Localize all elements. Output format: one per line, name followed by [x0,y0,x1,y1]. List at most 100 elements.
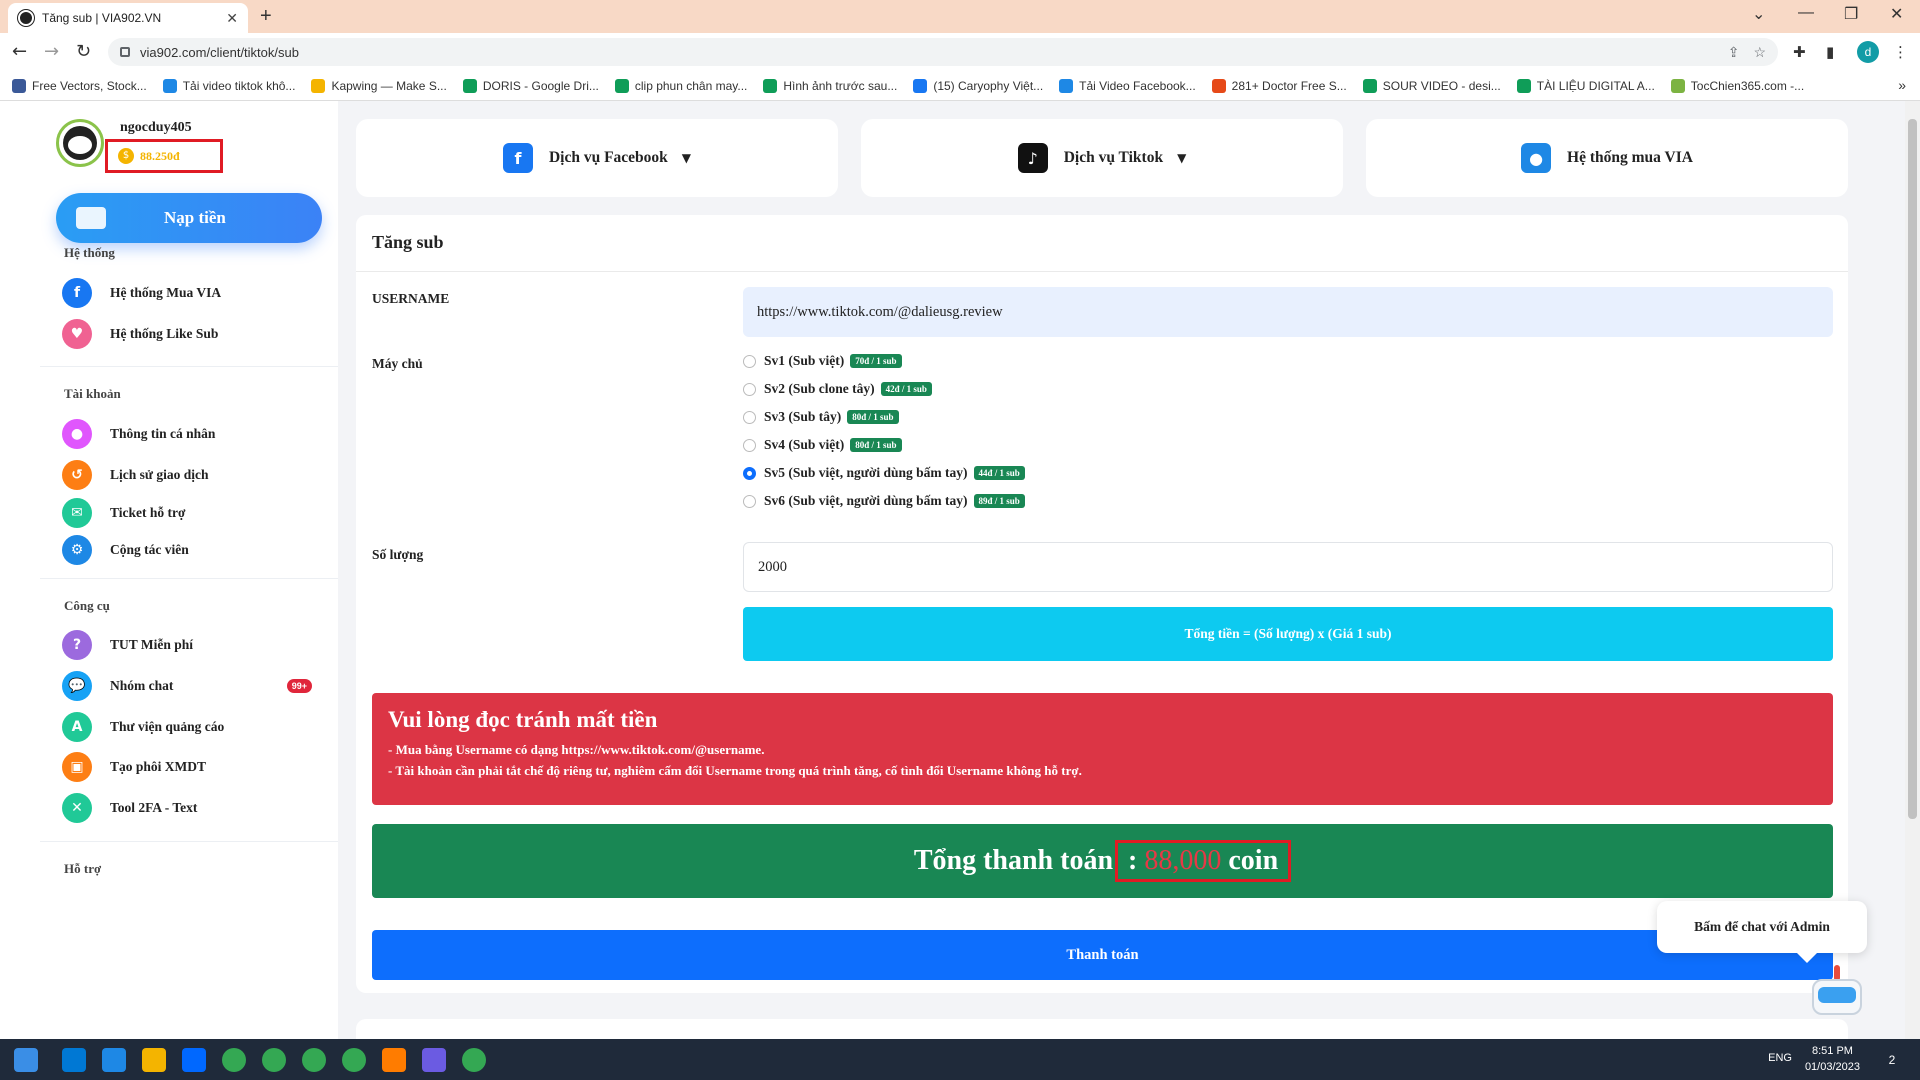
bookmarks-more-icon[interactable]: » [1898,77,1906,93]
server-option[interactable]: Sv2 (Sub clone tây) 42đ / 1 sub [743,381,932,397]
bookmark-item[interactable]: DORIS - Google Dri... [462,78,599,93]
radio-button[interactable] [743,466,756,480]
taskbar-app-icon[interactable] [302,1048,326,1072]
page-scrollbar[interactable] [1905,101,1920,1039]
close-window-button[interactable]: ✕ [1890,4,1903,24]
taskbar-app-icon[interactable] [142,1048,166,1072]
sidebar-item[interactable]: ● Thông tin cá nhân [62,419,312,449]
tab-search-icon[interactable]: ⌄ [1752,4,1765,24]
history-icon: ↺ [62,460,92,490]
server-option[interactable]: Sv3 (Sub tây) 80đ / 1 sub [743,409,899,425]
sidebar-item[interactable]: ▣ Tạo phôi XMDT [62,752,312,782]
bookmark-item[interactable]: Hình ảnh trước sau... [763,78,897,93]
bookmark-item[interactable]: (15) Caryophy Việt... [913,78,1043,93]
clock[interactable]: 8:51 PM 01/03/2023 [1805,1043,1860,1075]
sidebar-item[interactable]: ♥ Hệ thống Like Sub [62,319,312,349]
avatar[interactable] [56,119,104,167]
username-input[interactable]: https://www.tiktok.com/@dalieusg.review [743,287,1833,337]
taskbar-app-icon[interactable] [222,1048,246,1072]
taskbar-app-icon[interactable] [462,1048,486,1072]
chat-with-admin-bubble[interactable]: Bấm để chat với Admin [1657,901,1867,963]
bookmark-icon [614,78,629,93]
minimize-button[interactable]: — [1798,4,1814,22]
price-badge: 80đ / 1 sub [850,438,902,452]
taskbar-app-icon[interactable] [62,1048,86,1072]
browser-tab[interactable]: Tăng sub | VIA902.VN ✕ [8,3,248,33]
sidebar-item[interactable]: ? TUT Miễn phí [62,630,312,660]
bookmark-star-icon[interactable]: ☆ [1753,44,1766,61]
section-divider [40,841,338,842]
bookmark-item[interactable]: Free Vectors, Stock... [12,78,147,93]
warning-title: Vui lòng đọc tránh mất tiền [388,707,658,732]
sidebar-item[interactable]: ✕ Tool 2FA - Text [62,793,312,823]
taskbar-app-icon[interactable] [182,1048,206,1072]
extensions-icon[interactable]: ✚ [1793,43,1806,61]
url-text[interactable]: via902.com/client/tiktok/sub [140,45,1714,60]
server-label: Sv4 (Sub việt) [764,437,845,452]
sidebar-item[interactable]: f Hệ thống Mua VIA [62,278,312,308]
menu-kebab-icon[interactable]: ⋮ [1893,43,1908,61]
taskbar-app-icon[interactable] [262,1048,286,1072]
server-option[interactable]: Sv5 (Sub việt, người dùng bấm tay) 44đ / … [743,465,1025,481]
total-payment-bar: Tổng thanh toán : 88,000 coin [372,824,1833,898]
sidebar-item[interactable]: ✉ Ticket hỗ trợ [62,498,312,528]
server-option[interactable]: Sv4 (Sub việt) 80đ / 1 sub [743,437,902,453]
bookmark-item[interactable]: Tải video tiktok khô... [162,78,295,93]
new-tab-button[interactable]: + [260,5,272,28]
bookmark-item[interactable]: clip phun chân may... [614,78,747,93]
forward-icon[interactable]: → [44,41,59,62]
service-card[interactable]: f Dịch vụ Facebook ▼ [356,119,838,197]
radio-button[interactable] [743,438,756,452]
bookmark-item[interactable]: TÀI LIỆU DIGITAL A... [1516,78,1655,93]
partner-icon: ⚙ [62,535,92,565]
server-option[interactable]: Sv6 (Sub việt, người dùng bấm tay) 89đ / … [743,493,1025,509]
bookmark-item[interactable]: Tải Video Facebook... [1059,78,1196,93]
sidebar-item[interactable]: 💬 Nhóm chat 99+ [62,671,312,701]
radio-button[interactable] [743,382,756,396]
sidebar-item[interactable]: A Thư viện quảng cáo [62,712,312,742]
notifications-icon[interactable]: 2 [1880,1048,1904,1072]
radio-button[interactable] [743,494,756,508]
back-icon[interactable]: ← [12,41,27,62]
radio-button[interactable] [743,354,756,368]
address-bar[interactable]: via902.com/client/tiktok/sub ⇪ ☆ [108,38,1778,66]
taskbar-app-icon[interactable] [102,1048,126,1072]
taskbar-app-icon[interactable] [382,1048,406,1072]
reload-icon[interactable]: ↻ [76,41,91,62]
profile-avatar[interactable]: d [1857,41,1879,63]
chat-icon: 💬 [62,671,92,701]
side-panel-icon[interactable]: ▮ [1826,43,1834,61]
language-indicator[interactable]: ENG [1768,1052,1792,1064]
chevron-down-icon: ▼ [681,151,692,165]
sidebar-item-label: Thông tin cá nhân [110,426,216,441]
taskbar-app-icon[interactable] [342,1048,366,1072]
start-icon[interactable] [14,1048,38,1072]
scrollbar-thumb[interactable] [1908,119,1917,819]
unread-badge: 99+ [286,679,312,693]
topup-button[interactable]: Nạp tiền [56,193,322,243]
chat-robot-icon[interactable] [1800,961,1874,1039]
sidebar-item-label: Tạo phôi XMDT [110,759,207,774]
bookmark-item[interactable]: 281+ Doctor Free S... [1211,78,1347,93]
username-label: USERNAME [372,291,450,306]
bookmark-icon [462,78,477,93]
tab-strip: Tăng sub | VIA902.VN ✕ + ⌄ — ❐ ✕ [0,0,1920,33]
share-icon[interactable]: ⇪ [1728,44,1740,61]
maximize-button[interactable]: ❐ [1844,4,1858,24]
sidebar-item[interactable]: ↺ Lịch sử giao dịch [62,460,312,490]
server-option[interactable]: Sv1 (Sub việt) 70đ / 1 sub [743,353,902,369]
bookmark-item[interactable]: Kapwing — Make S... [311,78,447,93]
service-card[interactable]: ♪ Dịch vụ Tiktok ▼ [861,119,1343,197]
bookmark-item[interactable]: SOUR VIDEO - desi... [1362,78,1501,93]
page-content: ngocduy405 $ 88.250đ Nạp tiền Hệ thống f H… [0,101,1905,1039]
topup-label: Nạp tiền [164,208,226,227]
pay-button[interactable]: Thanh toán [372,930,1833,980]
radio-button[interactable] [743,410,756,424]
service-card[interactable]: ● Hệ thống mua VIA [1366,119,1848,197]
sidebar-item[interactable]: ⚙ Cộng tác viên [62,535,312,565]
taskbar-app-icon[interactable] [422,1048,446,1072]
tab-close-icon[interactable]: ✕ [226,10,238,27]
clock-time: 8:51 PM [1811,1045,1853,1057]
bookmark-item[interactable]: TocChien365.com -... [1670,78,1804,93]
quantity-input[interactable]: 2000 [743,542,1833,592]
